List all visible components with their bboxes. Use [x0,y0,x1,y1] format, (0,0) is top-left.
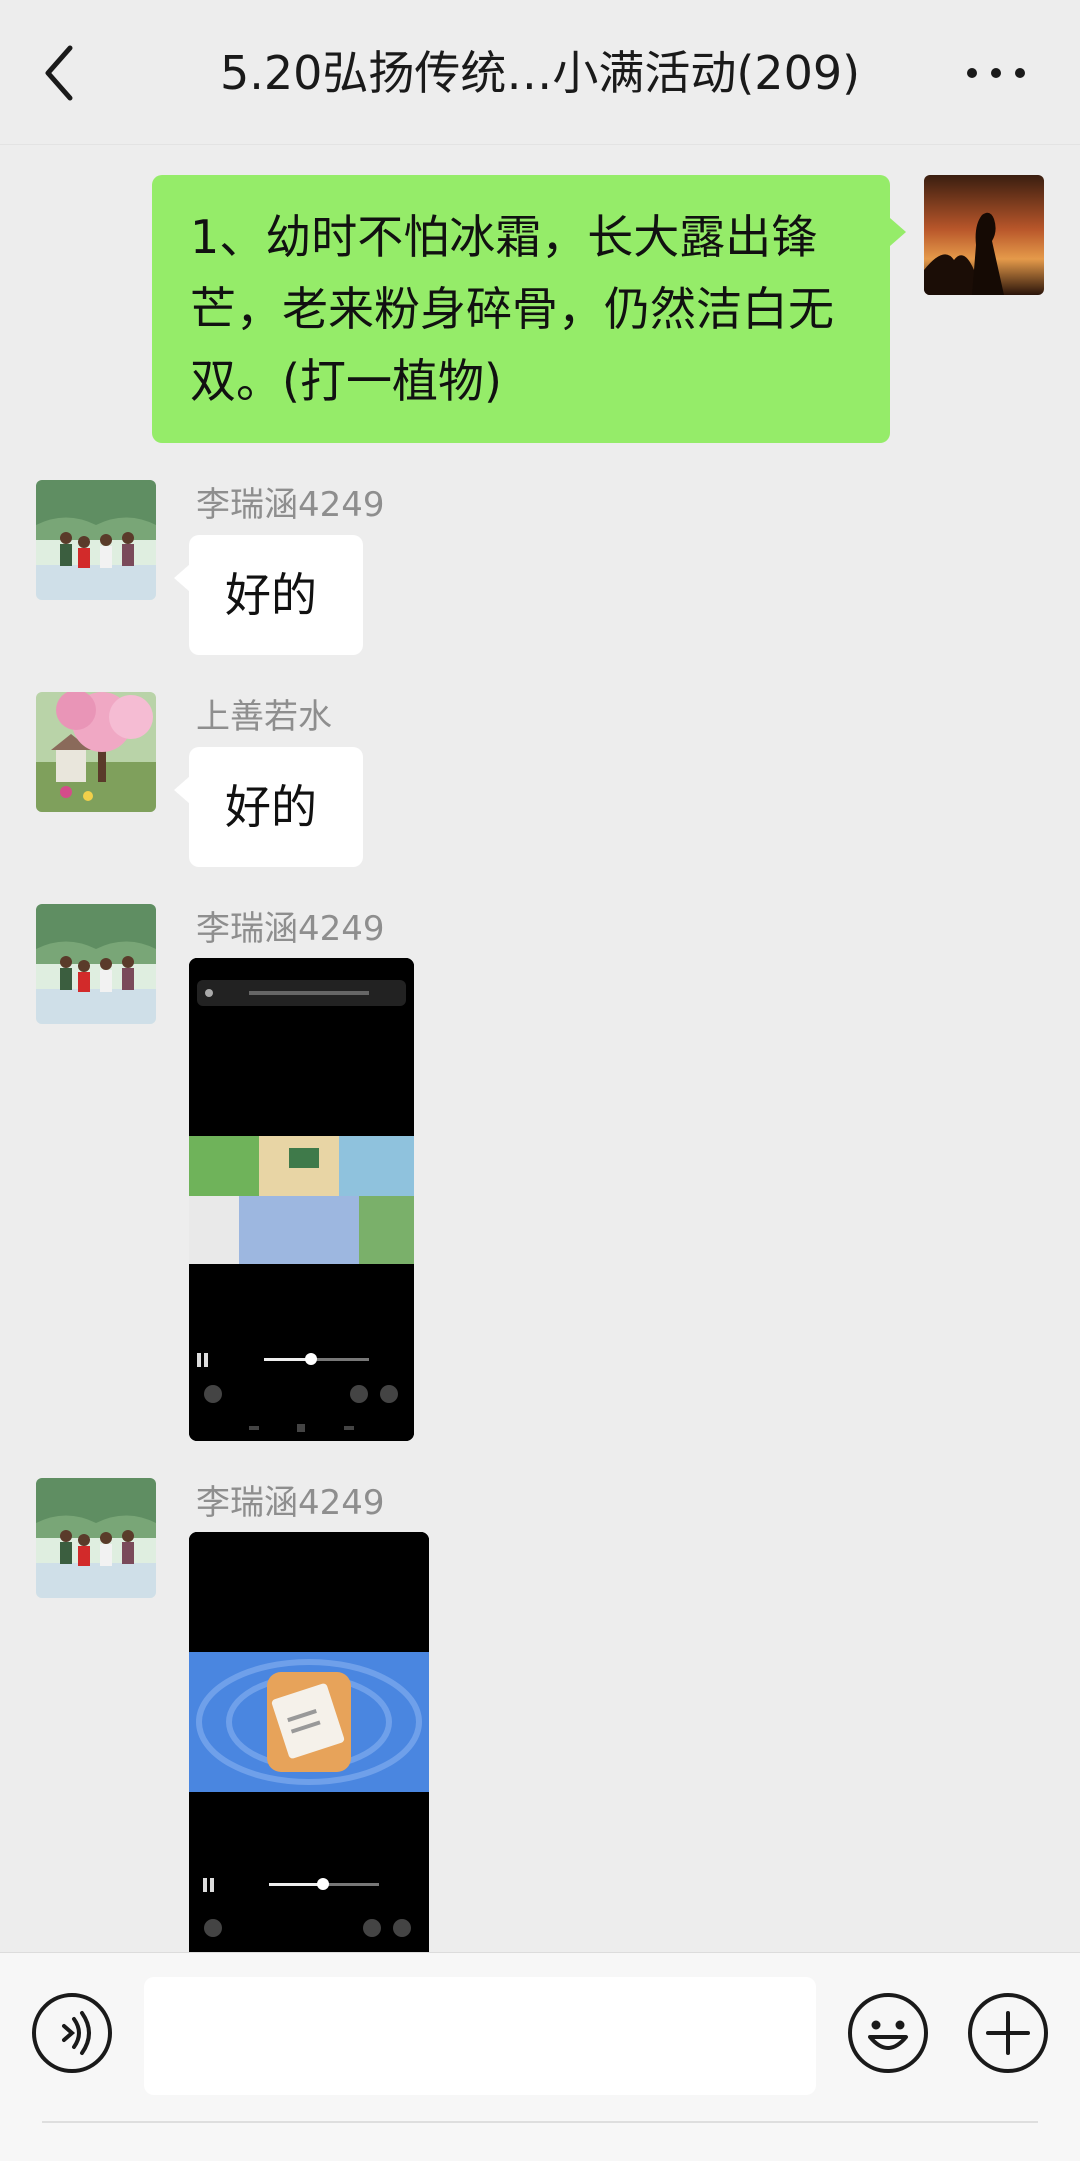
chat-title: 5.20弘扬传统…小满活动(209) [219,46,861,100]
my-avatar[interactable] [924,175,1044,295]
back-arrow-icon[interactable] [36,38,86,108]
sender-avatar[interactable] [36,692,156,812]
message-text: 1、幼时不怕冰霜，长大露出锋 芒，老来粉身碎骨，仍然洁白无 双。(打一植物) [190,210,834,408]
sender-avatar[interactable] [36,480,156,600]
input-bar [0,1952,1080,2161]
message-bubble[interactable]: 好的 [189,535,363,655]
my-message-bubble[interactable]: 1、幼时不怕冰霜，长大露出锋 芒，老来粉身碎骨，仍然洁白无 双。(打一植物) [152,175,890,443]
sender-name: 李瑞涵4249 [196,909,385,949]
sender-name: 上善若水 [196,697,332,737]
sender-name: 李瑞涵4249 [196,485,385,525]
sender-avatar[interactable] [36,904,156,1024]
plus-icon[interactable] [966,1991,1050,2075]
sender-name: 李瑞涵4249 [196,1483,385,1523]
home-indicator-line [42,2121,1038,2123]
message-input[interactable] [144,1977,816,2095]
emoji-icon[interactable] [846,1991,930,2075]
bubble-tail [174,776,190,804]
video-message[interactable] [189,1532,429,1952]
bubble-tail [890,218,906,246]
voice-icon[interactable] [30,1991,114,2075]
message-text: 好的 [225,780,317,834]
message-bubble[interactable]: 好的 [189,747,363,867]
sender-avatar[interactable] [36,1478,156,1598]
more-options-icon[interactable] [960,50,1032,96]
message-text: 好的 [225,568,317,622]
chat-header: 5.20弘扬传统…小满活动(209) [0,0,1080,145]
bubble-tail [174,564,190,592]
video-message[interactable] [189,958,414,1441]
